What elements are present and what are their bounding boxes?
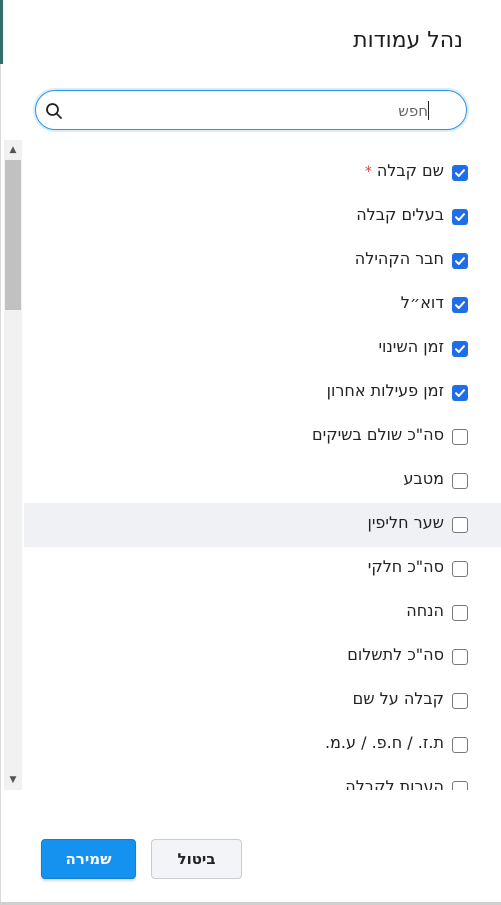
check-icon <box>455 301 465 309</box>
column-option-text: שם קבלה <box>376 161 444 180</box>
checkbox-unchecked[interactable] <box>452 429 468 445</box>
column-option-row[interactable]: שער חליפין <box>24 503 501 547</box>
column-option-label: שער חליפין <box>367 513 444 532</box>
checkbox-unchecked[interactable] <box>452 693 468 709</box>
checkbox-checked[interactable] <box>452 253 468 269</box>
column-option-text: דוא״ל <box>400 293 444 312</box>
checkbox-unchecked[interactable] <box>452 561 468 577</box>
search-icon[interactable] <box>45 102 63 120</box>
checkbox-checked[interactable] <box>452 341 468 357</box>
background-edge <box>0 0 3 64</box>
column-option-label: דוא״ל <box>401 293 444 312</box>
scroll-down-arrow-icon[interactable]: ▼ <box>4 772 22 788</box>
check-icon <box>455 213 465 221</box>
dialog-title: נהל עמודות <box>353 28 463 53</box>
column-option-text: סה"כ חלקי <box>367 557 444 576</box>
column-option-row[interactable]: הנחה <box>24 591 501 635</box>
column-option-row[interactable]: סה"כ שולם בשיקים <box>24 415 501 459</box>
column-list: ▲ ▼ שם קבלה* בעלים קבלה חבר הקהילה דוא״ל זמן… <box>0 140 501 790</box>
cancel-button[interactable]: ביטול <box>151 839 242 879</box>
checkbox-unchecked[interactable] <box>452 517 468 533</box>
column-option-text: קבלה על שם <box>352 689 444 708</box>
column-option-text: סה"כ שולם בשיקים <box>312 425 444 444</box>
column-option-row[interactable]: שם קבלה* <box>24 151 501 195</box>
column-option-text: זמן פעילות אחרון <box>326 381 444 400</box>
column-option-row[interactable]: מטבע <box>24 459 501 503</box>
column-option-row[interactable]: סה"כ לתשלום <box>24 635 501 679</box>
check-icon <box>455 257 465 265</box>
column-option-text: ת.ז. / ח.פ. / ע.מ. <box>324 733 444 752</box>
column-option-text: בעלים קבלה <box>356 205 444 224</box>
column-option-text: הנחה <box>406 601 444 620</box>
search-input[interactable] <box>66 99 430 123</box>
scroll-up-arrow-icon[interactable]: ▲ <box>4 142 22 158</box>
check-icon <box>455 389 465 397</box>
column-option-text: הערות לקבלה <box>345 777 444 790</box>
column-option-text: חבר הקהילה <box>354 249 444 268</box>
checkbox-unchecked[interactable] <box>452 781 468 790</box>
column-option-label: מטבע <box>403 469 444 488</box>
checkbox-checked[interactable] <box>452 165 468 181</box>
column-option-label: סה"כ חלקי <box>368 557 444 576</box>
check-icon <box>455 345 465 353</box>
text-caret <box>428 101 429 120</box>
column-option-label: קבלה על שם <box>353 689 444 708</box>
column-option-row[interactable]: זמן פעילות אחרון <box>24 371 501 415</box>
column-option-label: הנחה <box>406 601 444 620</box>
scroll-thumb[interactable] <box>5 160 21 310</box>
column-option-label: זמן פעילות אחרון <box>327 381 444 400</box>
checkbox-checked[interactable] <box>452 209 468 225</box>
search-box[interactable] <box>35 90 467 130</box>
column-option-text: זמן השינוי <box>378 337 444 356</box>
column-option-label: סה"כ לתשלום <box>347 645 444 664</box>
column-option-row[interactable]: דוא״ל <box>24 283 501 327</box>
save-button[interactable]: שמירה <box>41 839 136 879</box>
column-option-row[interactable]: ת.ז. / ח.פ. / ע.מ. <box>24 723 501 767</box>
column-option-row[interactable]: סה"כ חלקי <box>24 547 501 591</box>
column-option-text: סה"כ לתשלום <box>347 645 444 664</box>
column-option-label: שם קבלה* <box>365 161 444 180</box>
column-option-row[interactable]: בעלים קבלה <box>24 195 501 239</box>
checkbox-unchecked[interactable] <box>452 649 468 665</box>
column-option-text: שער חליפין <box>367 513 444 532</box>
column-option-label: בעלים קבלה <box>356 205 444 224</box>
column-option-row[interactable]: קבלה על שם <box>24 679 501 723</box>
scrollbar[interactable]: ▲ ▼ <box>4 140 22 790</box>
column-option-label: חבר הקהילה <box>355 249 444 268</box>
checkbox-unchecked[interactable] <box>452 473 468 489</box>
column-option-label: הערות לקבלה <box>345 777 444 790</box>
checkbox-checked[interactable] <box>452 385 468 401</box>
column-option-label: זמן השינוי <box>378 337 444 356</box>
checkbox-unchecked[interactable] <box>452 737 468 753</box>
column-option-text: מטבע <box>403 469 444 488</box>
checkbox-checked[interactable] <box>452 297 468 313</box>
checkbox-unchecked[interactable] <box>452 605 468 621</box>
column-option-row[interactable]: הערות לקבלה <box>24 767 501 790</box>
check-icon <box>455 169 465 177</box>
column-option-row[interactable]: זמן השינוי <box>24 327 501 371</box>
column-option-row[interactable]: חבר הקהילה <box>24 239 501 283</box>
column-option-label: ת.ז. / ח.פ. / ע.מ. <box>325 733 444 752</box>
column-option-label: סה"כ שולם בשיקים <box>312 425 444 444</box>
required-asterisk: * <box>364 164 372 180</box>
